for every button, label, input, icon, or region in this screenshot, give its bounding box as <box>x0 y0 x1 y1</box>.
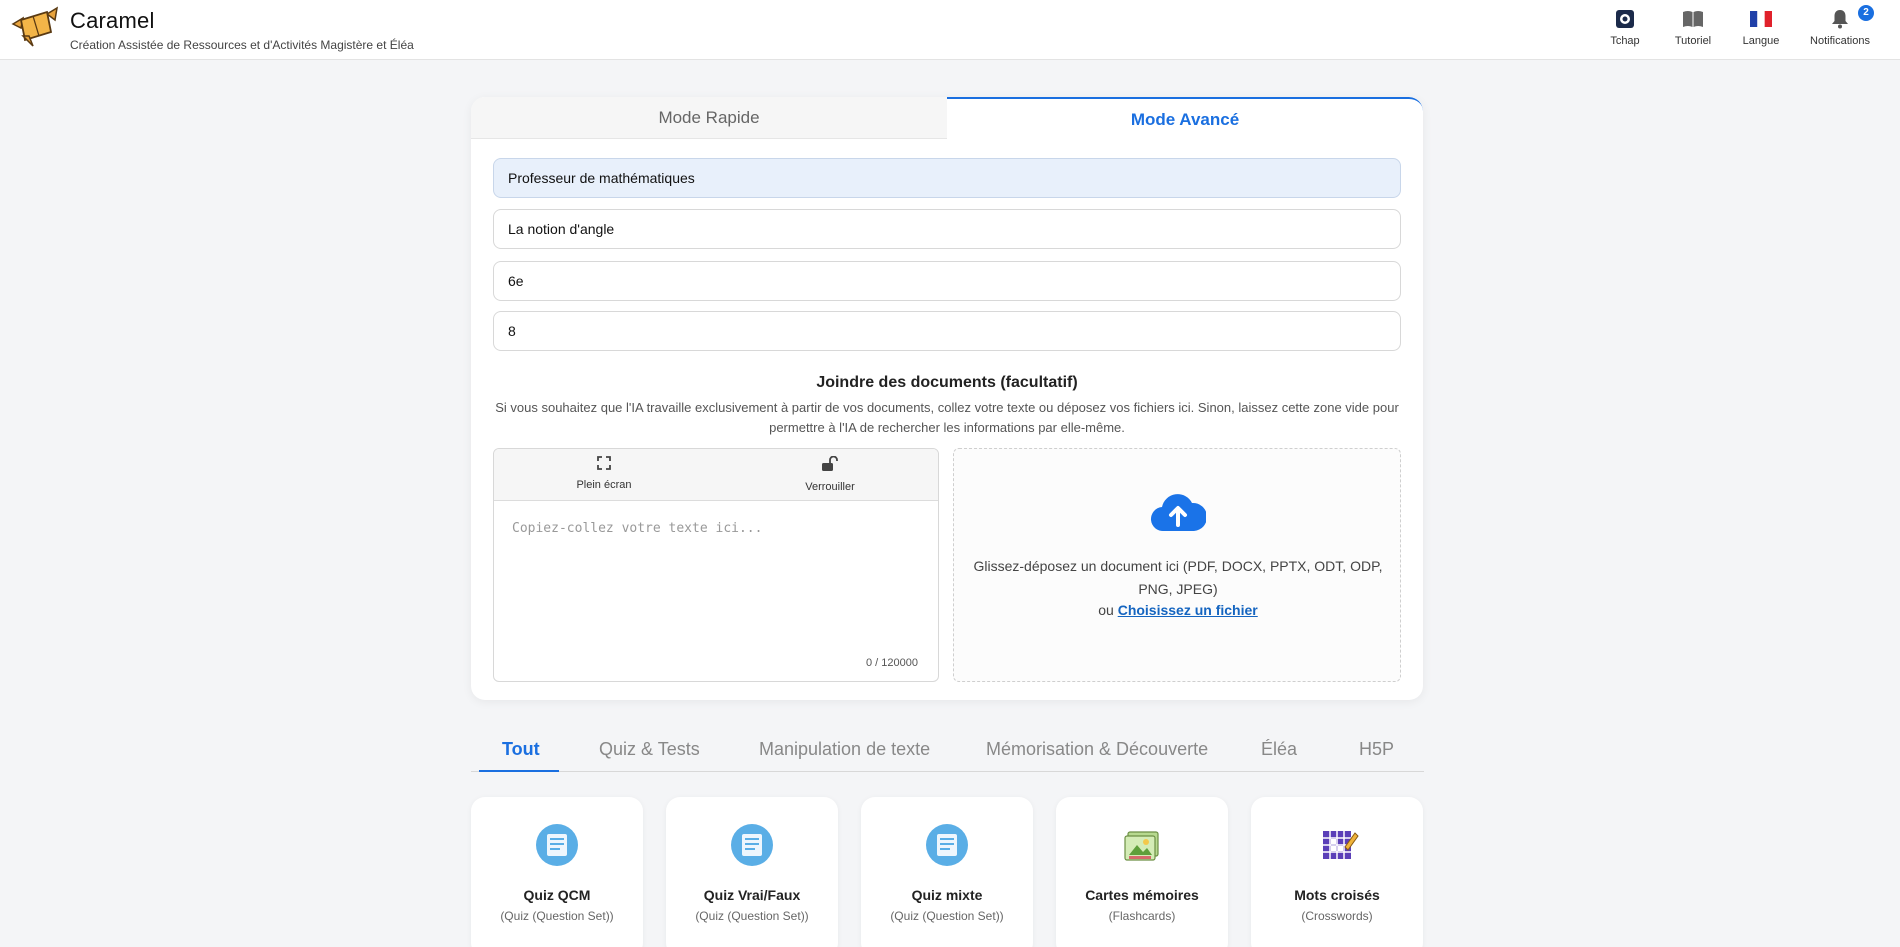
activity-title: Cartes mémoires <box>1085 887 1199 903</box>
topic-input[interactable] <box>493 209 1401 249</box>
paste-text-area[interactable] <box>494 501 938 651</box>
activity-subtitle: (Crosswords) <box>1301 909 1373 923</box>
tab-mode-avance[interactable]: Mode Avancé <box>947 97 1423 139</box>
tab-category-h5p[interactable]: H5P <box>1359 739 1394 760</box>
text-paste-box: Plein écran Verrouiller 0 / 120000 <box>493 448 939 682</box>
attach-description: Si vous souhaitez que l'IA travaille exc… <box>495 400 1399 435</box>
category-tabs: Tout Quiz & Tests Manipulation de texte … <box>471 732 1424 772</box>
tab-mode-rapide[interactable]: Mode Rapide <box>471 97 947 139</box>
tab-category-elea[interactable]: Éléa <box>1261 739 1297 760</box>
french-flag-icon <box>1726 8 1796 30</box>
book-icon <box>1658 8 1728 30</box>
quiz-icon <box>730 823 774 867</box>
lock-button[interactable]: Verrouiller <box>770 455 890 493</box>
level-input[interactable] <box>493 261 1401 301</box>
activity-card-quiz-qcm[interactable]: Quiz QCM (Quiz (Question Set)) <box>471 797 643 947</box>
nav-tchap-label: Tchap <box>1610 35 1640 47</box>
fullscreen-icon <box>597 456 611 470</box>
app-header: Caramel Création Assistée de Ressources … <box>0 0 1900 60</box>
fullscreen-button[interactable]: Plein écran <box>544 456 664 491</box>
tab-category-tout[interactable]: Tout <box>502 739 540 760</box>
activity-title: Mots croisés <box>1294 887 1380 903</box>
activity-subtitle: (Quiz (Question Set)) <box>890 909 1004 923</box>
text-toolbar: Plein écran Verrouiller <box>494 449 938 501</box>
fullscreen-label: Plein écran <box>576 479 632 491</box>
activity-card-flashcards[interactable]: Cartes mémoires (Flashcards) <box>1056 797 1228 947</box>
unlock-icon <box>822 455 838 471</box>
nav-langue[interactable]: Langue <box>1726 8 1796 47</box>
char-counter: 0 / 120000 <box>866 657 918 669</box>
generator-card: Mode Rapide Mode Avancé Joindre des docu… <box>471 97 1423 700</box>
activity-card-quiz-mixte[interactable]: Quiz mixte (Quiz (Question Set)) <box>861 797 1033 947</box>
nav-tutoriel[interactable]: Tutoriel <box>1658 8 1728 47</box>
activity-card-crosswords[interactable]: Mots croisés (Crosswords) <box>1251 797 1423 947</box>
nav-notifications-label: Notifications <box>1810 35 1870 47</box>
activity-subtitle: (Quiz (Question Set)) <box>500 909 614 923</box>
cloud-upload-icon <box>1150 491 1208 538</box>
drop-or-text: ou <box>1098 602 1114 618</box>
lock-label: Verrouiller <box>805 481 855 493</box>
tchap-icon <box>1590 8 1660 30</box>
activity-subtitle: (Quiz (Question Set)) <box>695 909 809 923</box>
nav-langue-label: Langue <box>1742 35 1780 47</box>
choose-file-link[interactable]: Choisissez un fichier <box>1118 602 1258 618</box>
nav-tutoriel-label: Tutoriel <box>1674 35 1712 47</box>
activity-title: Quiz Vrai/Faux <box>703 887 801 903</box>
nav-notifications[interactable]: 2 Notifications <box>1800 5 1880 47</box>
flashcards-icon <box>1120 823 1164 867</box>
attach-title: Joindre des documents (facultatif) <box>816 374 1078 391</box>
caramel-logo-icon <box>11 6 59 48</box>
crossword-icon <box>1315 823 1359 867</box>
nav-tchap[interactable]: Tchap <box>1590 8 1660 47</box>
quiz-icon <box>535 823 579 867</box>
activity-title: Quiz QCM <box>523 887 591 903</box>
app-title: Caramel <box>70 8 155 33</box>
activity-title: Quiz mixte <box>911 887 983 903</box>
tab-category-manipulation[interactable]: Manipulation de texte <box>759 739 930 760</box>
drop-or-line: ou Choisissez un fichier <box>954 602 1402 618</box>
activity-card-quiz-vrai-faux[interactable]: Quiz Vrai/Faux (Quiz (Question Set)) <box>666 797 838 947</box>
tab-category-quiz[interactable]: Quiz & Tests <box>599 739 700 760</box>
activity-subtitle: (Flashcards) <box>1108 909 1176 923</box>
quiz-icon <box>925 823 969 867</box>
drop-instructions: Glissez-déposez un document ici (PDF, DO… <box>973 558 1383 597</box>
notification-badge: 2 <box>1858 5 1874 21</box>
mode-tabs: Mode Rapide Mode Avancé <box>471 97 1423 139</box>
tab-category-memorisation[interactable]: Mémorisation & Découverte <box>986 739 1208 760</box>
file-drop-zone[interactable]: Glissez-déposez un document ici (PDF, DO… <box>953 448 1401 682</box>
app-subtitle: Création Assistée de Ressources et d'Act… <box>70 38 414 52</box>
question-count-input[interactable] <box>493 311 1401 351</box>
role-input[interactable] <box>493 158 1401 198</box>
active-tab-underline <box>479 770 559 772</box>
